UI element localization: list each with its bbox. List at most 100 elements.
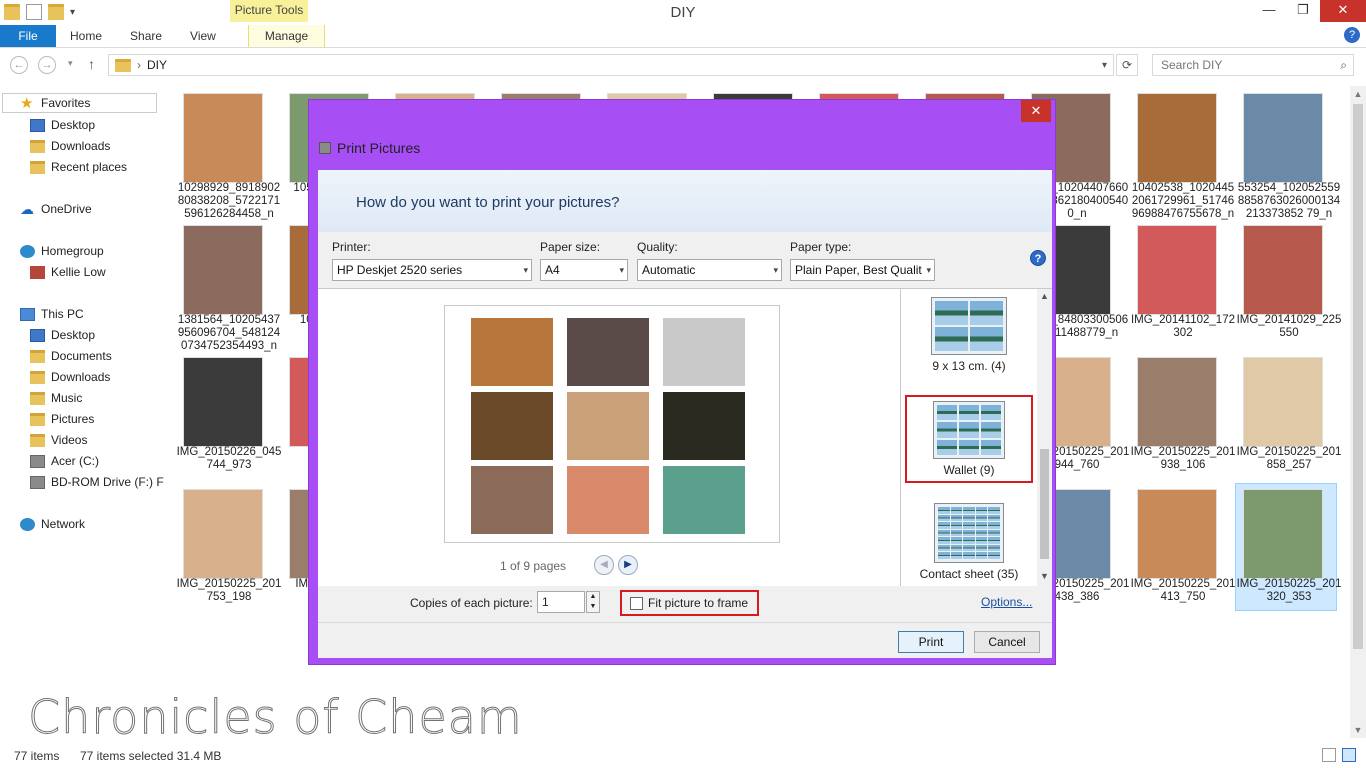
tab-view[interactable]: View — [176, 25, 230, 47]
file-thumbnail[interactable]: 10298929_891890280838208_572217159612628… — [176, 88, 280, 220]
back-button[interactable]: ← — [10, 56, 28, 74]
file-name: IMG_20150225_201413_750 — [1130, 578, 1236, 603]
videos-icon — [30, 433, 45, 447]
dialog-close-button[interactable]: ✕ — [1021, 100, 1051, 122]
refresh-button[interactable]: ⟳ — [1116, 54, 1138, 76]
sidebar-item-homegroup[interactable]: Homegroup — [20, 244, 104, 258]
thumbnail-image — [184, 94, 262, 182]
sidebar-item-user[interactable]: Kellie Low — [30, 265, 106, 279]
computer-icon — [20, 307, 35, 321]
file-thumbnail[interactable]: 1381564_10205437956096704_54812407347523… — [176, 220, 280, 352]
search-input[interactable]: Search DIY ⌕ — [1152, 54, 1354, 76]
scroll-up-icon[interactable]: ▲ — [1350, 86, 1366, 102]
thumbnail-image — [1138, 490, 1216, 578]
recent-locations-button[interactable]: ▾ — [68, 58, 73, 69]
up-button[interactable]: ↑ — [88, 56, 95, 72]
stepper-up-icon[interactable]: ▲ — [587, 592, 599, 602]
layout-wallet[interactable]: Wallet (9) — [905, 395, 1033, 483]
copies-stepper[interactable]: ▲ ▼ — [586, 591, 600, 613]
minimize-button[interactable]: — — [1252, 0, 1286, 22]
close-button[interactable]: ✕ — [1320, 0, 1366, 22]
file-thumbnail[interactable]: IMG_20150225_201858_257 — [1236, 352, 1341, 478]
previous-page-button[interactable]: ◀ — [594, 555, 614, 575]
contact-tile — [988, 552, 1000, 559]
printer-icon — [319, 142, 331, 154]
sidebar-item-recent-places[interactable]: Recent places — [30, 160, 127, 174]
file-thumbnail[interactable]: IMG_20141029_225550 — [1236, 220, 1341, 346]
sidebar-item-videos[interactable]: Videos — [30, 433, 87, 447]
sidebar-item-desktop[interactable]: Desktop — [30, 118, 95, 132]
layout-scrollbar-thumb[interactable] — [1040, 449, 1049, 559]
help-icon[interactable]: ? — [1344, 27, 1360, 43]
preview-photo — [567, 466, 649, 534]
sidebar-item-documents[interactable]: Documents — [30, 349, 112, 363]
customize-toolbar-icon[interactable]: ▾ — [70, 7, 75, 18]
cancel-button[interactable]: Cancel — [974, 631, 1040, 653]
file-thumbnail[interactable]: IMG_20150225_201938_106 — [1130, 352, 1235, 478]
tab-share[interactable]: Share — [116, 25, 176, 47]
forward-button[interactable]: → — [38, 56, 56, 74]
scrollbar-thumb[interactable] — [1353, 104, 1363, 649]
path-separator: › — [137, 58, 141, 72]
layout-scrollbar[interactable]: ▲ ▼ — [1037, 289, 1052, 586]
contact-tile — [975, 544, 988, 552]
sidebar-item-pc-downloads[interactable]: Downloads — [30, 370, 110, 384]
contact-tile — [963, 537, 975, 544]
sidebar-item-bd-rom[interactable]: BD-ROM Drive (F:) F — [30, 475, 164, 489]
sidebar-item-this-pc[interactable]: This PC — [20, 307, 84, 321]
user-avatar — [30, 265, 45, 279]
paper-type-select[interactable]: Plain Paper, Best Qualit ▾ — [790, 259, 935, 281]
sidebar-item-favorites[interactable]: ★ Favorites — [20, 96, 90, 111]
sidebar-item-pc-desktop[interactable]: Desktop — [30, 328, 95, 342]
help-icon[interactable]: ? — [1030, 250, 1046, 266]
path-segment-diy[interactable]: DIY — [147, 58, 167, 72]
sidebar-item-downloads[interactable]: Downloads — [30, 139, 110, 153]
properties-icon[interactable] — [26, 4, 42, 20]
folder-icon[interactable] — [4, 4, 20, 20]
stepper-down-icon[interactable]: ▼ — [587, 602, 599, 612]
downloads-icon — [30, 139, 45, 153]
sidebar-item-music[interactable]: Music — [30, 391, 82, 405]
sidebar-item-pictures[interactable]: Pictures — [30, 412, 94, 426]
tab-manage[interactable]: Manage — [247, 24, 326, 47]
contact-tile — [950, 529, 963, 537]
scroll-down-icon[interactable]: ▼ — [1350, 722, 1366, 738]
printer-select[interactable]: HP Deskjet 2520 series ▾ — [332, 259, 532, 281]
contact-tile — [963, 544, 975, 552]
sidebar-item-onedrive[interactable]: ☁ OneDrive — [20, 202, 92, 217]
search-icon[interactable]: ⌕ — [1340, 55, 1347, 75]
next-page-button[interactable]: ▶ — [618, 555, 638, 575]
drive-icon — [30, 454, 45, 468]
file-name: IMG_20141029_225550 — [1236, 314, 1342, 339]
maximize-button[interactable]: ❐ — [1286, 0, 1320, 22]
file-thumbnail[interactable]: IMG_20141102_172302 — [1130, 220, 1235, 346]
file-thumbnail[interactable]: IMG_20150225_201413_750 — [1130, 484, 1235, 610]
sidebar-item-network[interactable]: Network — [20, 517, 85, 531]
file-thumbnail[interactable]: 553254_102052559885876302600013421337385… — [1236, 88, 1340, 220]
vertical-scrollbar[interactable]: ▲ ▼ — [1350, 86, 1366, 738]
address-bar[interactable]: › DIY ▾ — [108, 54, 1114, 76]
file-thumbnail[interactable]: 10402538_10204452061729961_5174696988476… — [1130, 88, 1234, 220]
fit-picture-checkbox[interactable]: Fit picture to frame — [620, 590, 759, 616]
large-icons-view-icon[interactable] — [1342, 748, 1356, 762]
print-button[interactable]: Print — [898, 631, 964, 653]
layout-contact-sheet[interactable]: Contact sheet (35) — [901, 503, 1037, 581]
file-thumbnail[interactable]: IMG_20150225_201753_198 — [176, 484, 281, 610]
address-dropdown-icon[interactable]: ▾ — [1102, 60, 1107, 71]
checkbox-icon[interactable] — [630, 596, 643, 610]
file-tab[interactable]: File — [0, 24, 56, 47]
details-view-icon[interactable] — [1322, 748, 1336, 762]
layout-label: Contact sheet (35) — [919, 567, 1019, 581]
sidebar-item-acer-c[interactable]: Acer (C:) — [30, 454, 99, 468]
new-folder-icon[interactable] — [48, 4, 64, 20]
options-link[interactable]: Options... — [981, 595, 1032, 609]
layout-9x13[interactable]: 9 x 13 cm. (4) — [901, 297, 1037, 373]
quality-select[interactable]: Automatic ▾ — [637, 259, 782, 281]
scroll-down-icon[interactable]: ▼ — [1037, 571, 1052, 581]
scroll-up-icon[interactable]: ▲ — [1037, 291, 1052, 301]
tab-home[interactable]: Home — [56, 25, 116, 47]
file-thumbnail[interactable]: IMG_20150226_045744_973 — [176, 352, 281, 478]
file-thumbnail[interactable]: IMG_20150225_201320_353 — [1235, 483, 1341, 611]
copies-input[interactable]: 1 — [537, 591, 585, 613]
paper-size-select[interactable]: A4 ▾ — [540, 259, 628, 281]
